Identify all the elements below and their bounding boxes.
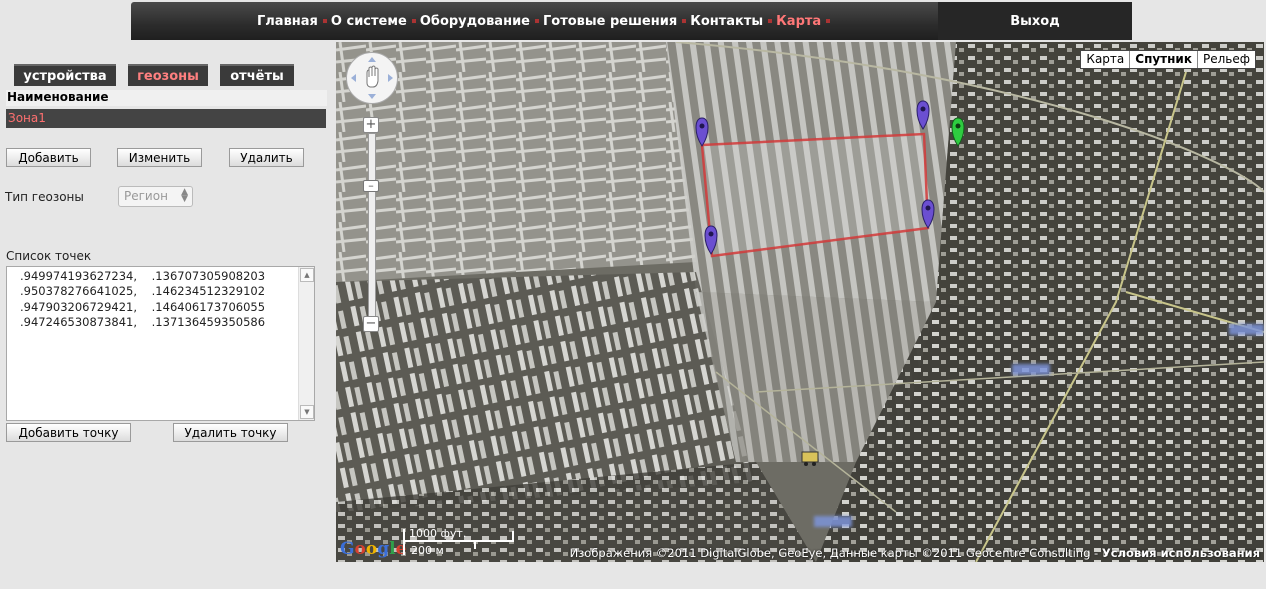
scroll-up-icon[interactable]: ▲ [300,268,314,282]
delete-point-button[interactable]: Удалить точку [173,423,288,442]
nav-separator-icon [682,19,687,23]
zoom-out-icon[interactable]: − [363,316,379,332]
edit-zone-button[interactable]: Изменить [117,148,202,167]
tab-devices[interactable]: устройства [14,64,116,86]
map-attribution: Изображения ©2011 DigitalGlobe, GeoEye, … [570,546,1260,560]
attribution-text: Изображения ©2011 DigitalGlobe, GeoEye, … [569,546,1102,560]
map-type-map[interactable]: Карта [1081,51,1130,68]
main-nav: Главная О системе Оборудование Готовые реше… [131,2,834,40]
zone-name-header: Наименование [6,90,327,106]
zoom-in-icon[interactable]: + [363,117,379,133]
delete-zone-button[interactable]: Удалить [229,148,304,167]
zoom-slider-handle[interactable]: – [363,180,379,192]
point-coordinate-line: .950378276641025, .146234512329102 [9,284,266,299]
nav-separator-icon [768,19,773,23]
point-coordinate-line: .947903206729421, .146406173706055 [9,299,266,314]
map-scale: 1000 фут. 200 м [403,527,515,557]
scroll-down-icon[interactable]: ▼ [300,405,314,419]
points-scrollbar[interactable]: ▲ ▼ [298,267,314,420]
point-coordinate-line: .949974193627234, .136707305908203 [9,269,266,283]
terms-of-use-link[interactable]: Условия использования [1102,546,1260,560]
nav-item[interactable]: Главная [257,14,318,29]
top-navigation-bar: Главная О системе Оборудование Готовые реше… [131,2,1132,40]
geozone-type-select[interactable]: Регион ▲ ▼ [118,186,193,207]
google-logo[interactable]: Google [340,539,406,559]
nav-separator-icon [826,19,831,23]
points-list-textarea[interactable]: .949974193627234, .136707305908203 .9503… [6,266,315,421]
nav-item[interactable]: Карта [776,14,821,29]
select-arrows-icon: ▲ ▼ [181,187,188,204]
geozone-marker-1[interactable] [695,117,709,147]
road-label [1012,364,1050,375]
zoom-slider-track[interactable] [368,133,376,323]
nav-separator-icon [411,19,416,23]
zone-list-item[interactable]: Зона1 [6,109,326,128]
device-marker-green[interactable] [951,117,965,147]
geozone-panel: устройства геозоны отчёты Наименование З… [0,40,334,589]
road-label [1229,324,1264,335]
nav-item[interactable]: Оборудование [420,14,530,29]
zoom-control: + – − [363,117,379,335]
vehicle-icon[interactable] [801,451,819,466]
nav-separator-icon [535,19,539,23]
satellite-map[interactable]: + – − Карта Спутник Рельеф Google 1000 ф… [336,42,1264,562]
geozone-overlay[interactable] [336,42,1264,562]
nav-separator-icon [322,19,327,23]
nav-item[interactable]: Готовые решения [543,14,677,29]
geozone-polygon[interactable] [700,132,930,258]
pan-arrows-icon [351,57,393,99]
panel-tabs: устройства геозоны отчёты [14,64,306,86]
add-zone-button[interactable]: Добавить [6,148,91,167]
geozone-marker-2[interactable] [916,100,930,130]
scale-meters-label: 200 м [411,544,444,557]
points-list-label: Список точек [6,249,92,263]
pan-control[interactable] [346,52,398,104]
road-label [814,516,852,527]
nav-item[interactable]: Контакты [690,14,763,29]
add-point-button[interactable]: Добавить точку [6,423,131,442]
map-type-selector: Карта Спутник Рельеф [1080,50,1256,69]
geozone-type-value: Регион [124,189,168,203]
point-coordinate-line: .947246530873841, .137136459350586 [9,314,266,329]
points-list-content: .949974193627234, .136707305908203 .9503… [9,269,265,330]
nav-item[interactable]: О системе [331,14,407,29]
geozone-type-label: Тип геозоны [5,190,84,204]
logout-button[interactable]: Выход [938,2,1132,40]
tab-geozones[interactable]: геозоны [128,64,208,86]
tab-reports[interactable]: отчёты [220,64,294,86]
map-type-terrain[interactable]: Рельеф [1196,51,1255,68]
scale-feet-label: 1000 фут. [409,527,467,540]
map-type-satellite[interactable]: Спутник [1129,51,1197,68]
